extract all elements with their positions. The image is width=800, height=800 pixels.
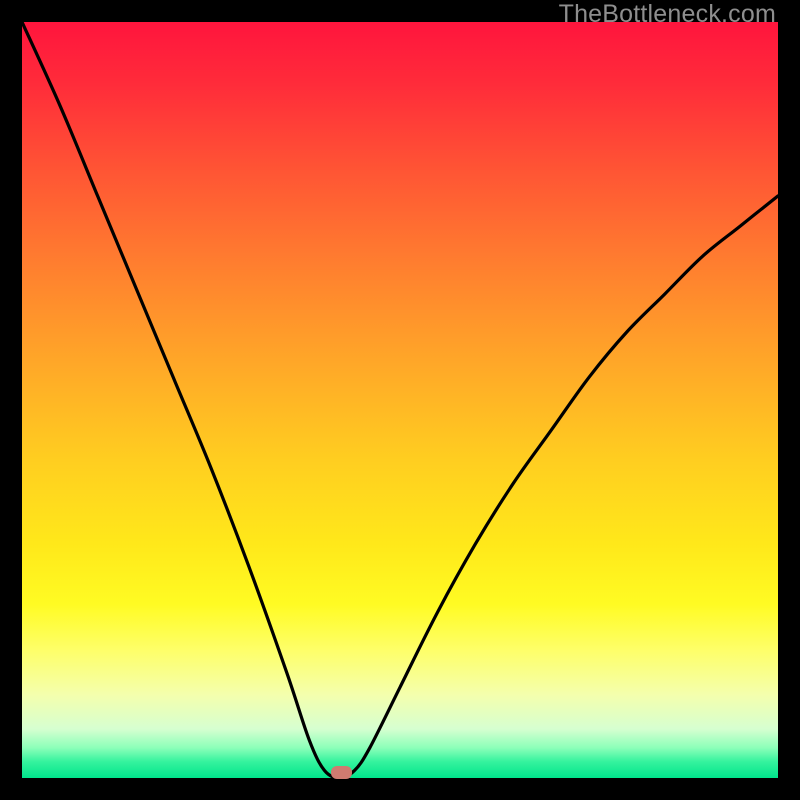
plot-area <box>22 22 778 778</box>
optimum-marker <box>331 766 352 779</box>
watermark-text: TheBottleneck.com <box>559 0 776 29</box>
